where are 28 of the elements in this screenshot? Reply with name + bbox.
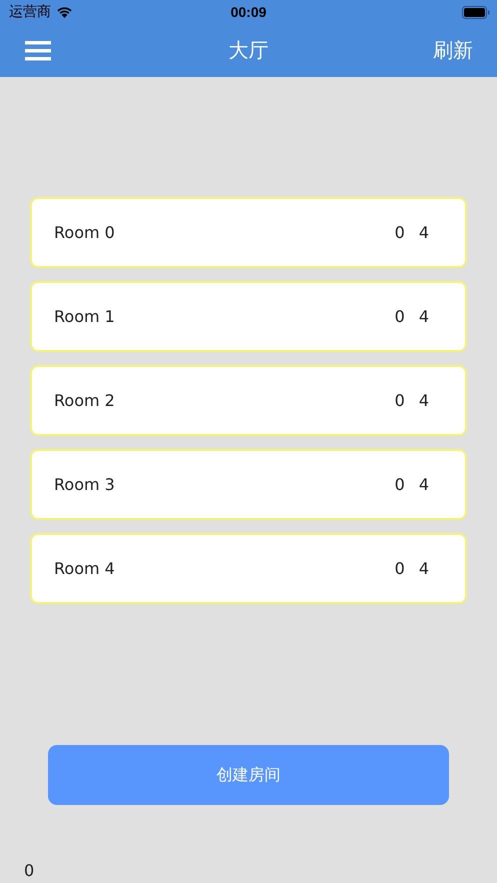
wifi-icon [56,6,73,18]
menu-icon[interactable] [25,40,51,60]
room-card[interactable]: Room 1 0 4 [30,281,467,352]
player-count: 0 [394,475,405,494]
room-name: Room 0 [54,223,116,242]
refresh-button[interactable]: 刷新 [433,37,473,64]
footer-count: 0 [24,861,34,880]
player-count: 0 [394,391,405,410]
carrier-name: 运营商 [9,3,51,21]
status-time: 00:09 [230,4,266,20]
room-card[interactable]: Room 0 0 4 [30,197,467,268]
room-capacity: 4 [418,559,429,578]
room-name: Room 4 [54,559,116,578]
room-capacity: 4 [418,307,429,326]
room-capacity: 4 [418,223,429,242]
room-capacity: 4 [418,391,429,410]
room-card[interactable]: Room 3 0 4 [30,449,467,520]
room-capacity: 4 [418,475,429,494]
player-count: 0 [394,559,405,578]
room-card[interactable]: Room 4 0 4 [30,533,467,604]
player-count: 0 [394,223,405,242]
room-name: Room 3 [54,475,116,494]
nav-title: 大厅 [228,37,268,64]
room-name: Room 1 [54,307,116,326]
room-name: Room 2 [54,391,116,410]
battery-icon [462,6,490,18]
player-count: 0 [394,307,405,326]
room-card[interactable]: Room 2 0 4 [30,365,467,436]
